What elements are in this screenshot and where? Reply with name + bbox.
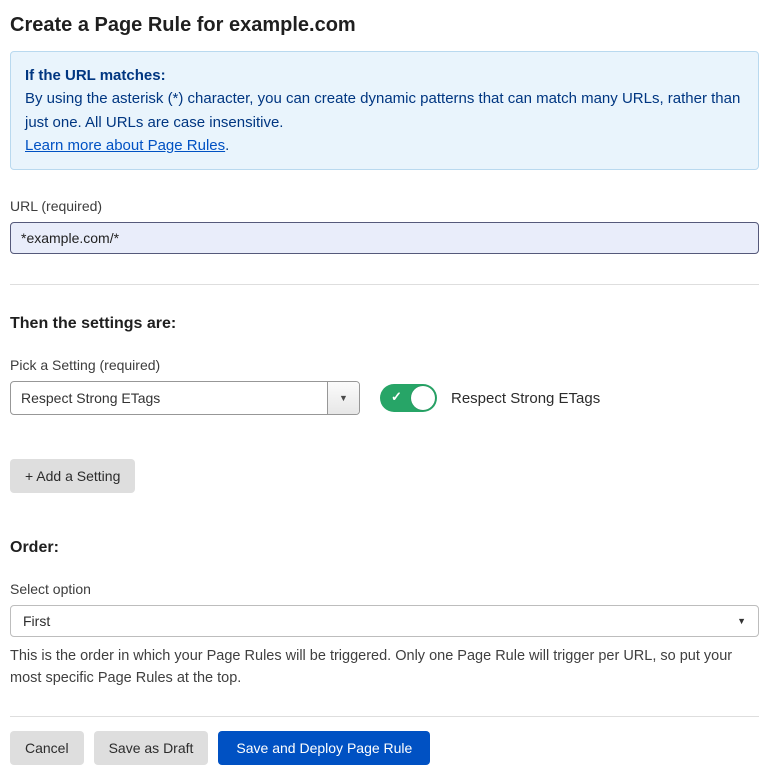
toggle-label: Respect Strong ETags: [451, 390, 600, 407]
info-box-heading: If the URL matches:: [25, 64, 744, 87]
save-draft-button[interactable]: Save as Draft: [94, 731, 209, 765]
cancel-button[interactable]: Cancel: [10, 731, 84, 765]
url-field-label: URL (required): [10, 198, 759, 214]
order-select[interactable]: First ▼: [10, 605, 759, 637]
url-match-info-box: If the URL matches: By using the asteris…: [10, 51, 759, 170]
setting-dropdown[interactable]: Respect Strong ETags ▼: [10, 381, 360, 415]
order-help-text: This is the order in which your Page Rul…: [10, 645, 759, 690]
link-period: .: [225, 137, 229, 154]
setting-row: Respect Strong ETags ▼ ✓ Respect Strong …: [10, 381, 759, 415]
page-title: Create a Page Rule for example.com: [10, 8, 759, 51]
info-box-link-line: Learn more about Page Rules.: [25, 134, 744, 157]
pick-setting-label: Pick a Setting (required): [10, 357, 759, 373]
footer-actions: Cancel Save as Draft Save and Deploy Pag…: [10, 731, 759, 765]
footer-divider: [10, 716, 759, 717]
section-divider: [10, 284, 759, 285]
toggle-knob: [411, 386, 435, 410]
etags-toggle[interactable]: ✓: [380, 384, 437, 412]
order-select-value: First: [23, 613, 50, 629]
url-input[interactable]: [10, 222, 759, 254]
page-rule-form: Create a Page Rule for example.com If th…: [0, 0, 769, 765]
learn-more-link[interactable]: Learn more about Page Rules: [25, 137, 225, 154]
check-icon: ✓: [391, 389, 402, 405]
setting-dropdown-value: Respect Strong ETags: [11, 390, 327, 406]
info-box-body: By using the asterisk (*) character, you…: [25, 87, 744, 134]
add-setting-button[interactable]: + Add a Setting: [10, 459, 135, 493]
chevron-down-icon: ▼: [737, 616, 746, 626]
save-deploy-button[interactable]: Save and Deploy Page Rule: [218, 731, 430, 765]
order-heading: Order:: [10, 539, 759, 557]
dropdown-arrow-icon[interactable]: ▼: [327, 382, 359, 414]
settings-heading: Then the settings are:: [10, 315, 759, 333]
order-select-label: Select option: [10, 581, 759, 597]
